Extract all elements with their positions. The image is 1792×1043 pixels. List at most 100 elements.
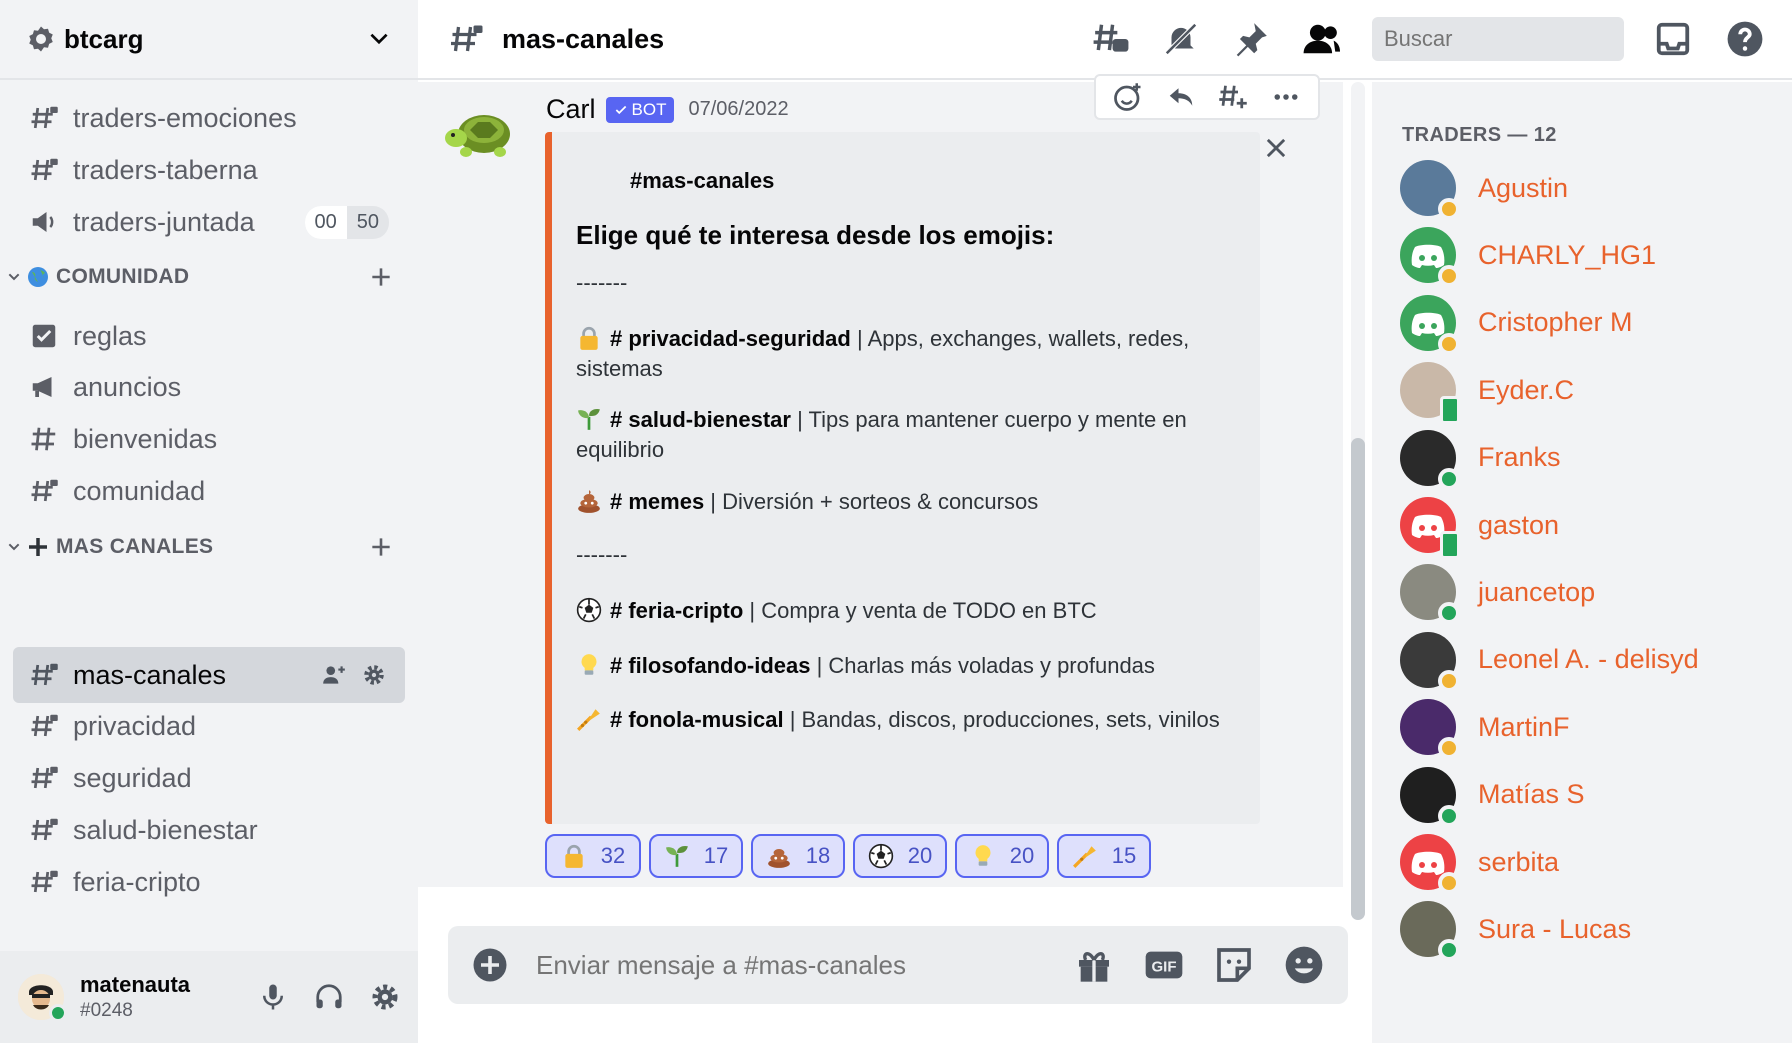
message-author[interactable]: Carl bbox=[546, 94, 596, 125]
avatar[interactable] bbox=[1400, 227, 1460, 288]
invite-icon[interactable] bbox=[321, 662, 347, 688]
help-icon[interactable] bbox=[1726, 20, 1764, 58]
add-channel-icon[interactable] bbox=[368, 264, 394, 290]
category-mas-canales[interactable]: MAS CANALES bbox=[6, 532, 406, 562]
search-input[interactable] bbox=[1384, 26, 1672, 52]
reaction-count: 17 bbox=[703, 843, 729, 868]
sidebar-item-bienvenidas[interactable]: bienvenidas bbox=[13, 411, 405, 467]
reply-icon[interactable] bbox=[1166, 82, 1196, 112]
embed-channel-link[interactable]: # fonola-musical bbox=[610, 707, 784, 732]
bot-badge-label: BOT bbox=[631, 99, 667, 119]
sidebar-item-traders-taberna[interactable]: traders-taberna bbox=[13, 142, 405, 198]
avatar[interactable] bbox=[1400, 497, 1460, 559]
page-title: mas-canales bbox=[502, 23, 665, 54]
server-name: btcarg bbox=[64, 23, 144, 54]
member-item[interactable]: Matías S bbox=[1400, 766, 1585, 827]
create-thread-icon[interactable] bbox=[1218, 82, 1248, 112]
microphone-icon[interactable] bbox=[258, 982, 288, 1012]
threads-icon[interactable] bbox=[1092, 20, 1130, 58]
sidebar-item-salud-bienestar[interactable]: salud-bienestar bbox=[13, 802, 405, 858]
more-icon[interactable] bbox=[1271, 82, 1301, 112]
avatar[interactable] bbox=[1400, 699, 1460, 760]
sidebar-item-traders-emociones[interactable]: traders-emociones bbox=[13, 90, 405, 146]
server-header[interactable]: btcarg bbox=[0, 0, 418, 80]
avatar[interactable] bbox=[1400, 160, 1460, 220]
add-channel-icon[interactable] bbox=[368, 534, 394, 560]
hash-lock-icon bbox=[31, 479, 58, 502]
avatar[interactable] bbox=[1400, 362, 1460, 425]
status-online-indicator bbox=[1438, 467, 1460, 490]
user-panel: matenauta #0248 bbox=[0, 951, 418, 1043]
members-icon[interactable] bbox=[1302, 20, 1340, 58]
member-item[interactable]: serbita bbox=[1400, 834, 1559, 894]
member-item[interactable]: Sura - Lucas bbox=[1400, 901, 1631, 962]
channel-label: seguridad bbox=[73, 762, 192, 793]
avatar[interactable] bbox=[1400, 766, 1460, 827]
avatar[interactable] bbox=[1400, 294, 1460, 355]
sidebar-item-mas-canales[interactable]: mas-canales bbox=[13, 647, 405, 703]
embed-channel-link[interactable]: # privacidad-seguridad bbox=[610, 326, 851, 351]
embed-channel-link[interactable]: # feria-cripto bbox=[610, 598, 743, 623]
close-icon[interactable] bbox=[1262, 134, 1290, 162]
sidebar-item-traders-juntada[interactable]: traders-juntada 00 50 bbox=[13, 194, 405, 250]
member-name: Eyder.C bbox=[1478, 374, 1575, 405]
embed-body: #mas-canales Elige qué te interesa desde… bbox=[552, 132, 1260, 824]
avatar[interactable] bbox=[1400, 631, 1460, 692]
status-idle-indicator bbox=[1438, 737, 1460, 760]
member-item[interactable]: CHARLY_HG1 bbox=[1400, 227, 1656, 288]
sidebar-item-privacidad[interactable]: privacidad bbox=[13, 698, 405, 754]
sidebar-item-seguridad[interactable]: seguridad bbox=[13, 750, 405, 806]
search-box[interactable] bbox=[1372, 17, 1672, 61]
mute-bell-icon[interactable] bbox=[1162, 20, 1200, 58]
rules-icon bbox=[32, 324, 56, 348]
reaction-seedling[interactable]: 17 bbox=[649, 834, 743, 878]
avatar[interactable] bbox=[1400, 564, 1460, 625]
avatar[interactable] bbox=[1400, 429, 1460, 490]
gift-icon[interactable] bbox=[1074, 945, 1114, 985]
reaction-bulb[interactable]: 20 bbox=[955, 834, 1049, 878]
inbox-icon[interactable] bbox=[1654, 20, 1692, 58]
member-item[interactable]: Leonel A. - delisyd bbox=[1400, 631, 1699, 692]
member-item[interactable]: Cristopher M bbox=[1400, 294, 1633, 355]
message[interactable]: Carl BOT 07/06/2022 #mas-canales Elige q… bbox=[418, 74, 1343, 887]
sidebar-item-reglas[interactable]: reglas bbox=[13, 308, 405, 364]
member-item[interactable]: juancetop bbox=[1400, 564, 1595, 625]
reaction-soccer[interactable]: 20 bbox=[853, 834, 947, 878]
reaction-trumpet[interactable]: 15 bbox=[1057, 834, 1151, 878]
reaction-lock[interactable]: 32 bbox=[545, 834, 641, 878]
gear-icon[interactable] bbox=[370, 982, 400, 1012]
add-reaction-icon[interactable] bbox=[1113, 82, 1143, 112]
member-item[interactable]: Agustin bbox=[1400, 160, 1568, 220]
sidebar-item-feria-cripto[interactable]: feria-cripto bbox=[13, 854, 405, 910]
emoji-icon[interactable] bbox=[1284, 945, 1324, 985]
sidebar-item-anuncios[interactable]: anuncios bbox=[13, 359, 405, 415]
member-item[interactable]: MartinF bbox=[1400, 699, 1570, 760]
headphones-icon[interactable] bbox=[314, 982, 344, 1012]
member-name: Franks bbox=[1478, 442, 1561, 473]
embed-item-desc: | Diversión + sorteos & concursos bbox=[704, 489, 1039, 514]
avatar[interactable] bbox=[18, 974, 67, 1022]
add-attachment-icon[interactable] bbox=[472, 947, 508, 983]
gear-icon[interactable] bbox=[361, 662, 387, 688]
sidebar-item-comunidad[interactable]: comunidad bbox=[13, 463, 405, 519]
chevron-down-icon[interactable] bbox=[366, 26, 392, 52]
user-info[interactable]: matenauta #0248 bbox=[80, 972, 258, 1022]
avatar[interactable] bbox=[1400, 901, 1460, 962]
category-comunidad[interactable]: COMUNIDAD bbox=[6, 262, 406, 292]
member-item[interactable]: Eyder.C bbox=[1400, 362, 1575, 425]
turtle-avatar-icon[interactable] bbox=[444, 100, 518, 166]
member-item[interactable]: Franks bbox=[1400, 429, 1561, 490]
scrollbar-thumb[interactable] bbox=[1351, 438, 1365, 920]
sticker-icon[interactable] bbox=[1214, 945, 1254, 985]
pin-icon[interactable] bbox=[1232, 20, 1270, 58]
embed-channel-link[interactable]: # memes bbox=[610, 489, 704, 514]
gif-icon[interactable]: GIF bbox=[1144, 945, 1184, 985]
embed-channel-link[interactable]: # filosofando-ideas bbox=[610, 653, 810, 678]
reaction-poop[interactable]: 18 bbox=[751, 834, 845, 878]
message-input[interactable] bbox=[536, 949, 1074, 981]
avatar[interactable] bbox=[1400, 834, 1460, 894]
embed-channel-link[interactable]: # salud-bienestar bbox=[610, 407, 791, 432]
member-item[interactable]: gaston bbox=[1400, 497, 1559, 559]
header-right-toolbar bbox=[1654, 20, 1764, 58]
lock-icon bbox=[580, 326, 598, 350]
